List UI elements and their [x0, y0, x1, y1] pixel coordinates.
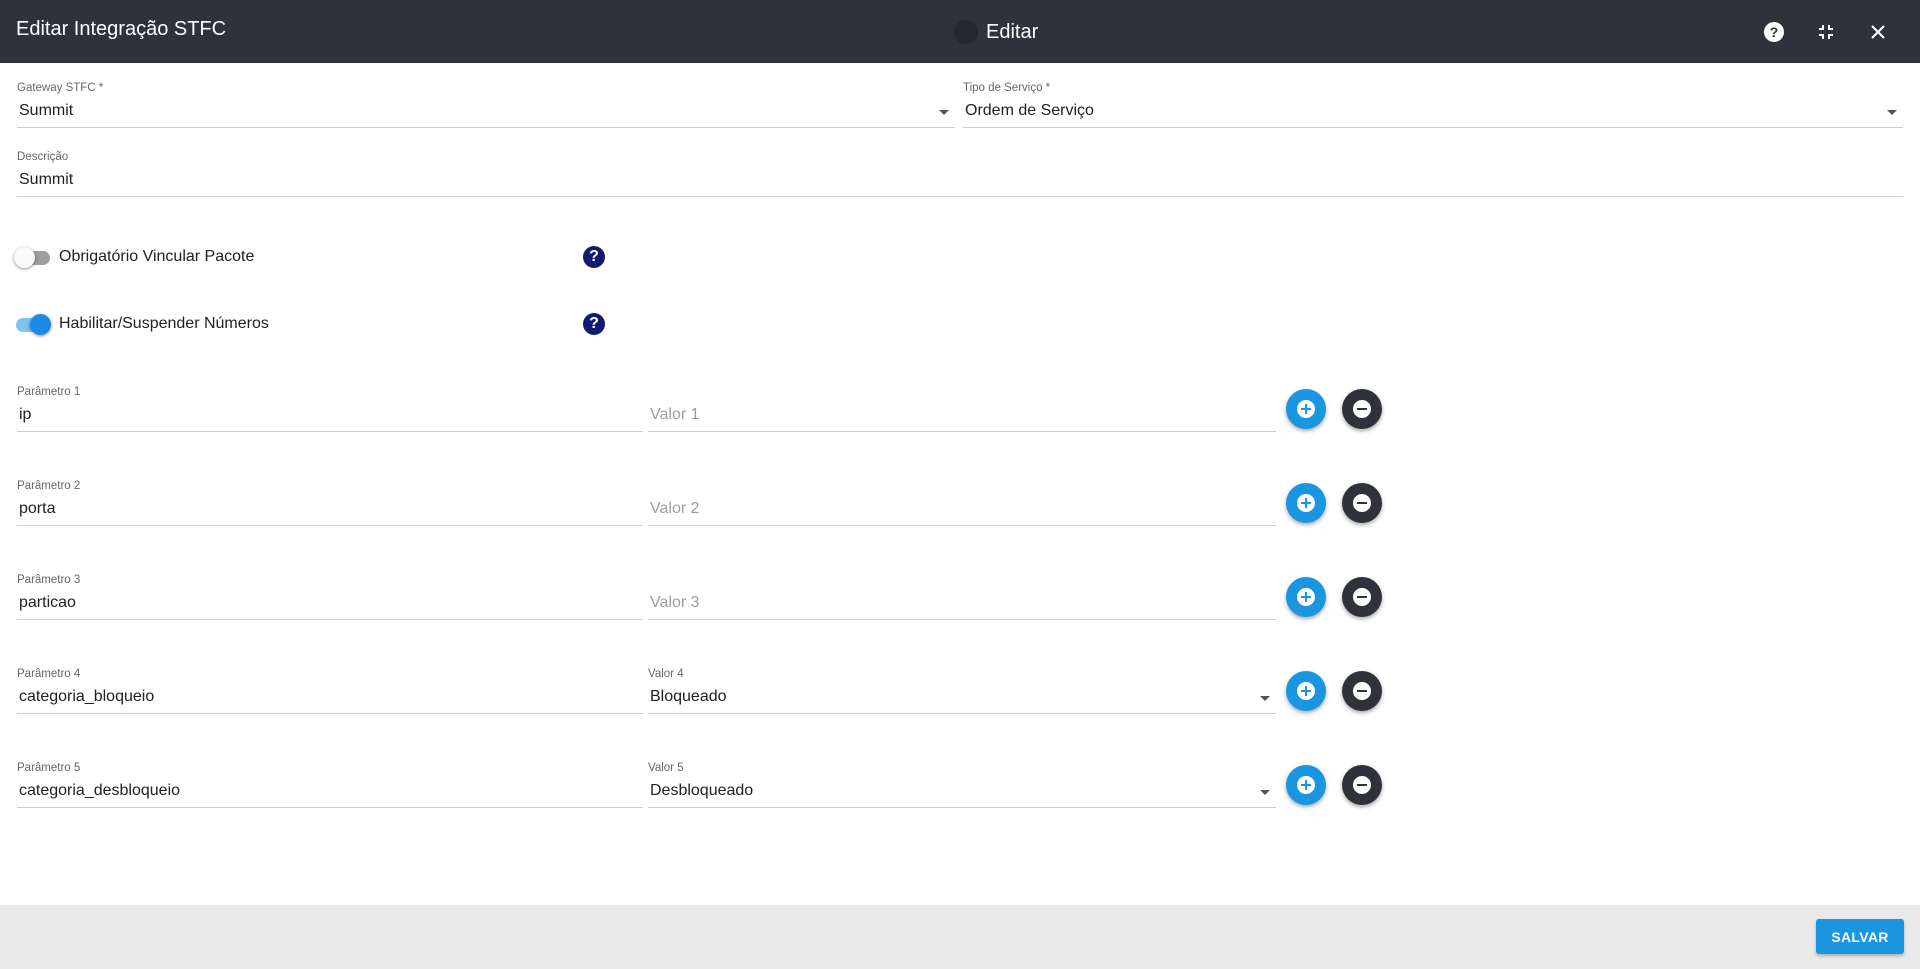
- minus-circle-icon: [1353, 588, 1371, 606]
- parametro-3-input[interactable]: Parâmetro 3 particao: [17, 574, 643, 622]
- descricao-value: Summit: [19, 171, 74, 188]
- parametro-value: categoria_desbloqueio: [19, 782, 181, 799]
- obrigatorio-vincular-pacote-toggle[interactable]: Obrigatório Vincular Pacote: [14, 244, 254, 270]
- dialog-footer: [0, 905, 1920, 969]
- chevron-down-icon: [1260, 790, 1270, 795]
- valor-label: Valor 5: [648, 762, 684, 774]
- minus-circle-icon: [1353, 776, 1371, 794]
- parametro-1-input[interactable]: Parâmetro 1 ip: [17, 386, 643, 434]
- parametro-4-input[interactable]: Parâmetro 4 categoria_bloqueio: [17, 668, 643, 716]
- parametro-value: particao: [19, 594, 76, 611]
- remove-parameter-button[interactable]: [1342, 577, 1382, 617]
- valor-5-select[interactable]: Valor 5 Desbloqueado: [648, 762, 1276, 810]
- tipo-servico-select[interactable]: Tipo de Serviço * Ordem de Serviço: [963, 82, 1903, 130]
- edit-mode-toggle[interactable]: Editar: [940, 17, 1038, 47]
- parametro-label: Parâmetro 3: [17, 574, 81, 586]
- plus-circle-icon: [1297, 494, 1315, 512]
- help-icon[interactable]: ?: [1759, 17, 1789, 47]
- toggle-label: Obrigatório Vincular Pacote: [59, 248, 255, 265]
- valor-3-input[interactable]: Valor 3: [648, 574, 1276, 622]
- valor-label: Valor 4: [648, 668, 684, 680]
- remove-parameter-button[interactable]: [1342, 483, 1382, 523]
- svg-text:?: ?: [1770, 24, 1779, 40]
- parametro-label: Parâmetro 1: [17, 386, 81, 398]
- edit-mode-label: Editar: [986, 20, 1039, 43]
- valor-value: Desbloqueado: [650, 782, 754, 799]
- parametro-label: Parâmetro 2: [17, 480, 81, 492]
- tipo-servico-label: Tipo de Serviço *: [963, 82, 1051, 94]
- close-icon[interactable]: [1863, 17, 1893, 47]
- plus-circle-icon: [1297, 588, 1315, 606]
- toggle-switch[interactable]: [14, 313, 51, 335]
- habilitar-suspender-numeros-toggle[interactable]: Habilitar/Suspender Números: [14, 311, 269, 337]
- minus-circle-icon: [1353, 494, 1371, 512]
- help-icon[interactable]: ?: [583, 313, 605, 335]
- save-button[interactable]: SALVAR: [1816, 919, 1904, 954]
- remove-parameter-button[interactable]: [1342, 765, 1382, 805]
- dialog-header: Editar Integração STFC Editar ?: [0, 0, 1920, 63]
- gateway-stfc-label: Gateway STFC *: [17, 82, 104, 94]
- toggle-switch[interactable]: [14, 246, 50, 268]
- parametro-label: Parâmetro 4: [17, 668, 81, 680]
- minus-circle-icon: [1353, 400, 1371, 418]
- chevron-down-icon: [1887, 110, 1897, 115]
- help-icon[interactable]: ?: [583, 246, 605, 268]
- gateway-stfc-value: Summit: [19, 102, 74, 119]
- fullscreen-exit-icon[interactable]: [1811, 17, 1841, 47]
- valor-2-input[interactable]: Valor 2: [648, 480, 1276, 528]
- parametro-value: ip: [19, 406, 32, 423]
- chevron-down-icon: [1260, 696, 1270, 701]
- valor-value: Bloqueado: [650, 688, 727, 705]
- add-parameter-button[interactable]: [1286, 671, 1326, 711]
- valor-placeholder: Valor 2: [650, 500, 700, 517]
- toggle-label: Habilitar/Suspender Números: [59, 315, 269, 332]
- minus-circle-icon: [1353, 682, 1371, 700]
- chevron-down-icon: [939, 110, 949, 115]
- add-parameter-button[interactable]: [1286, 577, 1326, 617]
- add-parameter-button[interactable]: [1286, 483, 1326, 523]
- plus-circle-icon: [1297, 682, 1315, 700]
- edit-mode-switch[interactable]: [940, 20, 980, 44]
- descricao-input[interactable]: Descrição Summit: [17, 151, 1903, 199]
- gateway-stfc-select[interactable]: Gateway STFC * Summit: [17, 82, 955, 130]
- valor-4-select[interactable]: Valor 4 Bloqueado: [648, 668, 1276, 716]
- plus-circle-icon: [1297, 776, 1315, 794]
- valor-1-input[interactable]: Valor 1: [648, 386, 1276, 434]
- parametro-value: porta: [19, 500, 56, 517]
- add-parameter-button[interactable]: [1286, 389, 1326, 429]
- parametro-2-input[interactable]: Parâmetro 2 porta: [17, 480, 643, 528]
- parametro-5-input[interactable]: Parâmetro 5 categoria_desbloqueio: [17, 762, 643, 810]
- descricao-label: Descrição: [17, 151, 69, 163]
- remove-parameter-button[interactable]: [1342, 389, 1382, 429]
- parametro-value: categoria_bloqueio: [19, 688, 155, 705]
- dialog-title: Editar Integração STFC: [16, 18, 227, 40]
- parametro-label: Parâmetro 5: [17, 762, 81, 774]
- remove-parameter-button[interactable]: [1342, 671, 1382, 711]
- valor-placeholder: Valor 1: [650, 406, 700, 423]
- plus-circle-icon: [1297, 400, 1315, 418]
- add-parameter-button[interactable]: [1286, 765, 1326, 805]
- valor-placeholder: Valor 3: [650, 594, 700, 611]
- tipo-servico-value: Ordem de Serviço: [965, 102, 1094, 119]
